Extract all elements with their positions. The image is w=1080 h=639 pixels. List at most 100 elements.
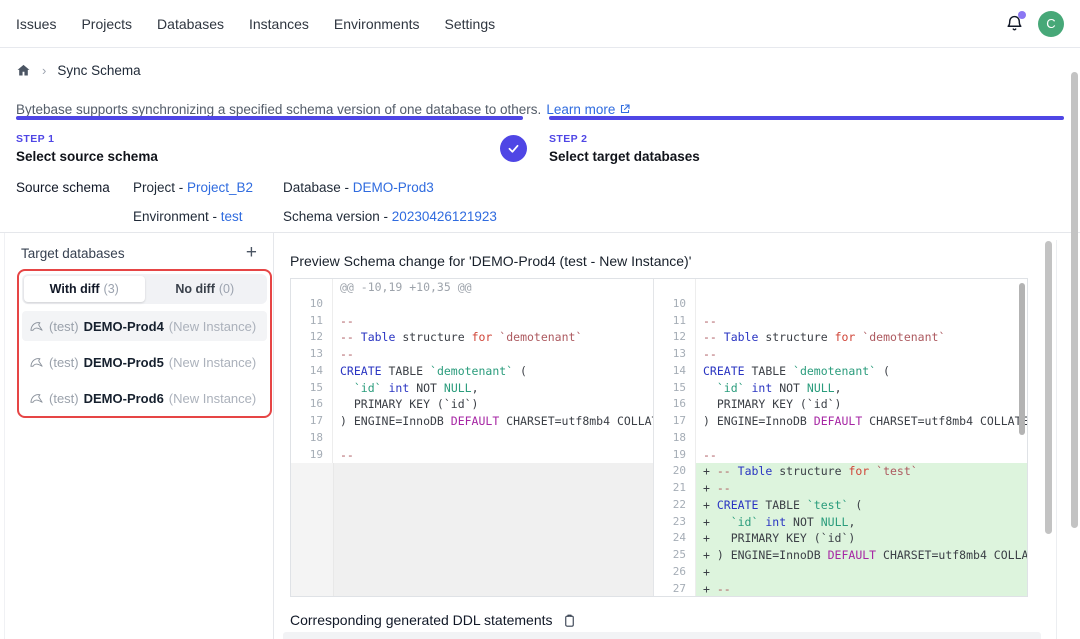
breadcrumb-current-page: Sync Schema <box>57 63 140 78</box>
diff-line: 18 <box>654 430 1027 447</box>
diff-line: 19-- <box>654 447 1027 464</box>
diff-line-number: 18 <box>291 430 333 447</box>
database-item-demo-prod6[interactable]: (test)DEMO-Prod6(New Instance) <box>22 383 267 413</box>
nav-item-databases[interactable]: Databases <box>157 16 224 32</box>
notification-dot <box>1018 11 1026 19</box>
diff-line: 10 <box>291 296 653 313</box>
source-field-database: Database - DEMO-Prod3 <box>283 179 497 197</box>
step-1-title: Select source schema <box>16 149 158 164</box>
step-1-progress-bar <box>16 116 523 120</box>
field-value-link[interactable]: DEMO-Prod3 <box>353 180 434 195</box>
notification-bell-button[interactable] <box>1003 13 1025 35</box>
step-1-completed-badge <box>500 135 527 162</box>
source-schema-label: Source schema <box>16 179 133 226</box>
diff-line-number: 22 <box>654 497 696 514</box>
diff-line-code: -- <box>696 447 1027 464</box>
diff-line-code: `id` int NOT NULL, <box>333 380 653 397</box>
diff-line-number: 19 <box>654 447 696 464</box>
highlight-box: With diff(3)No diff(0) (test)DEMO-Prod4(… <box>17 269 272 418</box>
ddl-code-block-top <box>283 632 1041 639</box>
add-database-button[interactable]: + <box>242 244 261 262</box>
diff-line-code: -- <box>696 313 1027 330</box>
tab-with-diff[interactable]: With diff(3) <box>24 276 145 302</box>
database-name: DEMO-Prod4 <box>84 319 164 334</box>
diff-line-code: -- <box>333 313 653 330</box>
home-icon[interactable] <box>16 63 31 78</box>
field-label: Schema version - <box>283 209 392 224</box>
database-item-demo-prod5[interactable]: (test)DEMO-Prod5(New Instance) <box>22 347 267 377</box>
diff-line: 19-- <box>291 447 653 464</box>
diff-line-code: + ) ENGINE=InnoDB DEFAULT CHARSET=utf8mb… <box>696 547 1027 564</box>
diff-line-code: PRIMARY KEY (`id`) <box>696 396 1027 413</box>
diff-line: 25+ ) ENGINE=InnoDB DEFAULT CHARSET=utf8… <box>654 547 1027 564</box>
diff-line-number: 12 <box>654 329 696 346</box>
diff-line-number: 11 <box>654 313 696 330</box>
step-2-label: STEP 2 <box>549 133 700 145</box>
target-databases-header: Target databases + <box>5 233 273 262</box>
diff-line-number: 14 <box>654 363 696 380</box>
diff-line-code: CREATE TABLE `demotenant` ( <box>696 363 1027 380</box>
nav-item-environments[interactable]: Environments <box>334 16 420 32</box>
diff-line <box>654 279 1027 296</box>
diff-line: 17) ENGINE=InnoDB DEFAULT CHARSET=utf8mb… <box>654 413 1027 430</box>
step-1-label: STEP 1 <box>16 133 158 145</box>
mysql-icon <box>29 391 44 406</box>
learn-more-link[interactable]: Learn more <box>546 102 631 117</box>
diff-line-code: -- <box>333 346 653 363</box>
diff-line: 13-- <box>654 346 1027 363</box>
main-card-right-border <box>1056 240 1057 639</box>
diff-line: 13-- <box>291 346 653 363</box>
diff-line-number: 14 <box>291 363 333 380</box>
source-field-schema-version: Schema version - 20230426121923 <box>283 208 497 226</box>
external-link-icon <box>619 103 631 115</box>
diff-line-number: 15 <box>291 380 333 397</box>
learn-more-label: Learn more <box>546 102 615 117</box>
diff-line: 23+ `id` int NOT NULL, <box>654 514 1027 531</box>
user-avatar[interactable]: C <box>1038 11 1064 37</box>
diff-line-number: 17 <box>291 413 333 430</box>
diff-line: 15 `id` int NOT NULL, <box>654 380 1027 397</box>
tab-no-diff[interactable]: No diff(0) <box>145 276 266 302</box>
diff-line-number: 26 <box>654 564 696 581</box>
diff-line-number: 25 <box>654 547 696 564</box>
diff-line-number: 12 <box>291 329 333 346</box>
database-note: (New Instance) <box>169 391 256 406</box>
tab-count: (0) <box>219 282 234 296</box>
field-value-link[interactable]: 20230426121923 <box>392 209 497 224</box>
diff-line-number: 24 <box>654 530 696 547</box>
field-label: Database - <box>283 180 353 195</box>
preview-panel-scrollbar[interactable] <box>1045 241 1052 534</box>
diff-filler-code <box>334 463 653 596</box>
field-value-link[interactable]: Project_B2 <box>187 180 253 195</box>
diff-line-code: `id` int NOT NULL, <box>696 380 1027 397</box>
diff-line-code <box>333 430 653 447</box>
nav-item-projects[interactable]: Projects <box>81 16 132 32</box>
diff-line-code: + -- <box>696 581 1027 597</box>
diff-editor-scrollbar[interactable] <box>1019 283 1025 435</box>
source-field-project: Project - Project_B2 <box>133 179 283 197</box>
diff-filler-gutter <box>291 463 334 596</box>
diff-line-number: 10 <box>291 296 333 313</box>
diff-line-code: CREATE TABLE `demotenant` ( <box>333 363 653 380</box>
diff-line: 14CREATE TABLE `demotenant` ( <box>291 363 653 380</box>
diff-line-code: ) ENGINE=InnoDB DEFAULT CHARSET=utf8mb4 … <box>333 413 653 430</box>
diff-line-number: 15 <box>654 380 696 397</box>
database-name: DEMO-Prod5 <box>84 355 164 370</box>
intro-text: Bytebase supports synchronizing a specif… <box>16 102 541 117</box>
database-item-demo-prod4[interactable]: (test)DEMO-Prod4(New Instance) <box>22 311 267 341</box>
nav-item-settings[interactable]: Settings <box>445 16 496 32</box>
diff-line-code: + `id` int NOT NULL, <box>696 514 1027 531</box>
nav-item-issues[interactable]: Issues <box>16 16 56 32</box>
nav-links: Issues Projects Databases Instances Environm… <box>16 16 495 32</box>
diff-line-code: -- Table structure for `demotenant` <box>696 329 1027 346</box>
source-schema-section: Source schema Project - Project_B2Databa… <box>16 179 497 226</box>
copy-icon[interactable] <box>562 613 577 628</box>
page: Issues Projects Databases Instances Environm… <box>0 0 1080 639</box>
nav-item-instances[interactable]: Instances <box>249 16 309 32</box>
page-scrollbar[interactable] <box>1071 72 1078 528</box>
ddl-statements-label: Corresponding generated DDL statements <box>290 612 553 628</box>
diff-line: 12-- Table structure for `demotenant` <box>291 329 653 346</box>
diff-pane-original: @@ -10,19 +10,35 @@1011--12-- Table stru… <box>291 279 653 596</box>
field-value-link[interactable]: test <box>221 209 243 224</box>
diff-line: 18 <box>291 430 653 447</box>
